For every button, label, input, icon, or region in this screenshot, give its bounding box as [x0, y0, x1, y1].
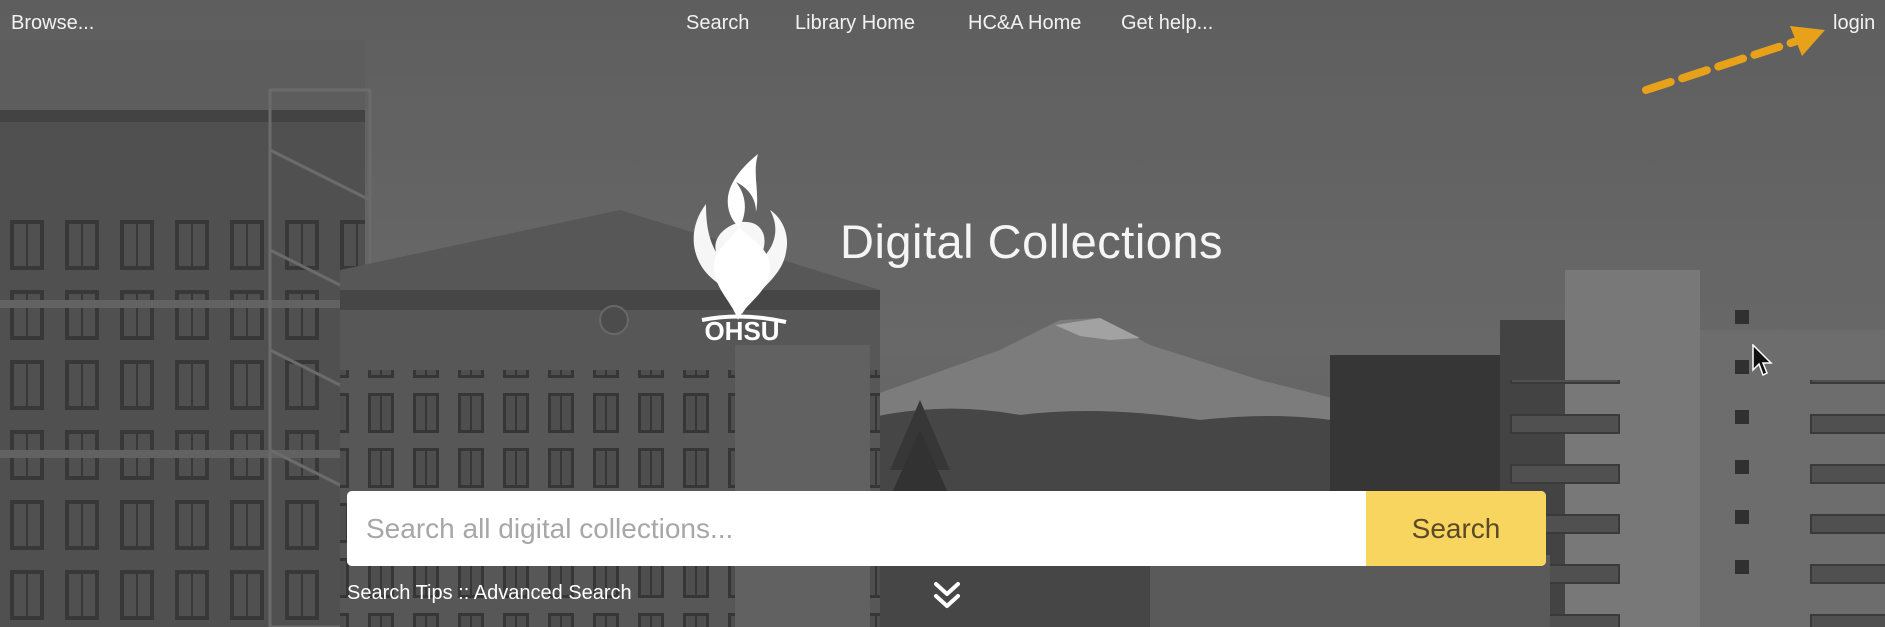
advanced-search-link[interactable]: Advanced Search: [474, 582, 632, 604]
search-input[interactable]: [347, 491, 1367, 566]
get-help-link[interactable]: Get help...: [1121, 12, 1213, 35]
hca-home-link[interactable]: HC&A Home: [968, 12, 1081, 35]
search-form: Search: [347, 491, 1546, 566]
double-chevron-down-icon[interactable]: [932, 580, 962, 612]
mouse-pointer-icon: [1752, 344, 1773, 377]
ohsu-logo[interactable]: OHSU: [686, 152, 798, 346]
ohsu-logo-text: OHSU: [704, 316, 779, 342]
dashed-arrow-annotation: [1642, 26, 1825, 94]
library-home-link[interactable]: Library Home: [795, 12, 915, 35]
search-links: Search Tips :: Advanced Search: [347, 582, 632, 605]
search-button[interactable]: Search: [1366, 491, 1546, 566]
page-title: Digital Collections: [840, 215, 1224, 268]
link-separator: ::: [452, 582, 474, 604]
search-tips-link[interactable]: Search Tips: [347, 582, 453, 604]
nav-search-link[interactable]: Search: [686, 12, 749, 35]
browse-link[interactable]: Browse...: [11, 12, 94, 35]
ohsu-flame-icon: OHSU: [693, 154, 788, 346]
